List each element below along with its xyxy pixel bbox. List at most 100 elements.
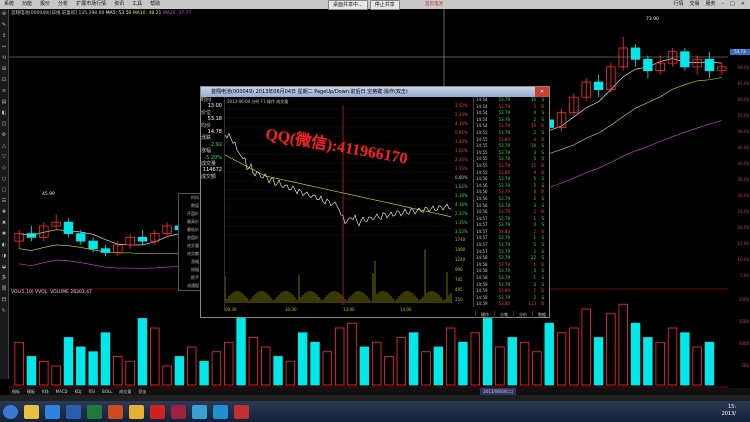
toolbar-tool-icon[interactable]: ◐ [0, 240, 8, 251]
window-control-item[interactable]: 交易 [687, 0, 703, 9]
indicator-tab[interactable]: 资金 [135, 388, 149, 395]
menu-item[interactable]: 分析 [54, 0, 72, 9]
indicator-tab[interactable]: 指标 [9, 388, 23, 395]
tick-row[interactable]: 14:58 53.79 3 S [474, 268, 551, 275]
menu-item[interactable]: 工具 [128, 0, 146, 9]
tick-row[interactable]: 14:55 53.79 10 S [474, 143, 551, 150]
toolbar-tool-icon[interactable]: ⊡ [0, 75, 8, 86]
tick-row[interactable]: 14:55 53.80 9 B [474, 170, 551, 177]
tick-row[interactable]: 14:55 53.80 4 B [474, 137, 551, 144]
toolbar-tool-icon[interactable]: ⟲ [0, 53, 8, 64]
tick-row[interactable]: 14:54 53.79 10 B [474, 123, 551, 130]
ppt-icon[interactable] [108, 404, 123, 419]
menu-item[interactable]: 资讯 [110, 0, 128, 9]
qq-icon[interactable] [192, 404, 207, 419]
toolbar-tool-icon[interactable]: ↔ [0, 42, 8, 53]
indicator-tab[interactable]: 2013/06/04(二) [480, 388, 517, 395]
intraday-popup-window[interactable]: 首翔电池(000049) 2013年06月04日 星期二 PageUp/Down… [200, 86, 550, 318]
menu-item[interactable]: 帮助 [146, 0, 164, 9]
popup-title-bar[interactable]: 首翔电池(000049) 2013年06月04日 星期二 PageUp/Down… [201, 87, 549, 97]
start-icon[interactable] [3, 404, 18, 419]
toolbar-tool-icon[interactable]: ⊞ [0, 64, 8, 75]
toolbar-tool-icon[interactable]: ↕ [0, 31, 8, 42]
toolbar-tool-icon[interactable]: ✚ [0, 207, 8, 218]
toolbar-tool-icon[interactable]: ◒ [0, 262, 8, 273]
tick-row[interactable]: 14:59 53.80 2 B [474, 288, 551, 295]
tick-row[interactable]: 14:57 53.80 2 B [474, 229, 551, 236]
tick-row[interactable]: 14:54 53.79 10 S [474, 97, 551, 104]
tick-list[interactable]: 14:54 53.79 10 S 14:54 53.79 5 B 14:54 53.79 4 S 14:… [473, 97, 551, 307]
maximize-icon[interactable]: □ [727, 0, 738, 9]
tick-row[interactable]: 14:55 53.79 2 S [474, 130, 551, 137]
toolbar-tool-icon[interactable]: ☰ [0, 196, 8, 207]
minimize-icon[interactable]: – [719, 0, 728, 9]
popup-close-button[interactable]: ✕ [535, 87, 549, 97]
tick-row[interactable]: 14:57 53.79 2 S [474, 249, 551, 256]
tick-row[interactable]: 14:56 53.79 2 S [474, 196, 551, 203]
indicator-tab[interactable]: 模板 [24, 388, 38, 395]
indicator-tab[interactable]: KDJ [72, 388, 85, 395]
toolbar-tool-icon[interactable]: 多 [0, 273, 8, 284]
browser-icon[interactable] [45, 404, 60, 419]
toolbar-tool-icon[interactable]: ⊕ [0, 9, 8, 20]
toolbar-tool-icon[interactable]: ✎ [0, 20, 8, 31]
tick-row[interactable]: 14:59 53.79 3 S [474, 282, 551, 289]
toolbar-tool-icon[interactable]: ◑ [0, 251, 8, 262]
tick-row[interactable]: 14:58 53.79 1 S [474, 275, 551, 282]
indicator-tab[interactable]: BOLL [99, 388, 115, 395]
toolbar-tool-icon[interactable]: 日 [0, 295, 8, 306]
excel-icon[interactable] [87, 404, 102, 419]
menu-item[interactable]: 系统 [0, 0, 18, 9]
toolbar-tool-icon[interactable]: △ [0, 141, 8, 152]
toolbar-tool-icon[interactable]: ◫ [0, 119, 8, 130]
menu-item[interactable]: 功能 [18, 0, 36, 9]
tick-row[interactable]: 14:58 53.79 1 B [474, 262, 551, 269]
folder-icon[interactable] [24, 404, 39, 419]
chrome-icon[interactable] [129, 404, 144, 419]
record-icon[interactable] [150, 404, 165, 419]
toolbar-tool-icon[interactable]: ⚙ [0, 130, 8, 141]
toolbar-tool-icon[interactable]: ◇ [0, 163, 8, 174]
toolbar-tool-icon[interactable]: ✱ [0, 229, 8, 240]
tick-row[interactable]: 14:57 53.79 1 S [474, 235, 551, 242]
menu-item[interactable]: 扩展市场行情 [72, 0, 110, 9]
tick-row[interactable]: 14:54 53.78 2 S [474, 117, 551, 124]
tick-row[interactable]: 14:56 53.78 3 S [474, 203, 551, 210]
player-icon[interactable] [213, 404, 228, 419]
tick-row[interactable]: 14:59 53.80 113 B [474, 301, 551, 308]
window-control-item[interactable]: 行情 [671, 0, 687, 9]
toolbar-tool-icon[interactable]: ○ [0, 174, 8, 185]
app-icon[interactable] [171, 404, 186, 419]
toolbar-tool-icon[interactable]: ≡ [0, 86, 8, 97]
tool-icon[interactable] [234, 404, 249, 419]
tick-row[interactable]: 14:56 53.79 5 S [474, 176, 551, 183]
tick-row[interactable]: 14:56 53.79 2 S [474, 183, 551, 190]
popup-tab[interactable]: 数据 [532, 311, 551, 318]
tick-row[interactable]: 14:56 53.79 8 B [474, 189, 551, 196]
tick-row[interactable]: 14:57 53.79 4 S [474, 222, 551, 229]
indicator-tab[interactable]: MACD [53, 388, 71, 395]
menu-item[interactable]: 报价 [36, 0, 54, 9]
tick-row[interactable]: 14:54 53.79 5 B [474, 104, 551, 111]
tick-row[interactable]: 14:55 53.79 15 B [474, 163, 551, 170]
popup-tab[interactable]: 操作 [475, 311, 494, 318]
tick-row[interactable]: 14:57 53.79 1 S [474, 216, 551, 223]
word-icon[interactable] [66, 404, 81, 419]
popup-tab[interactable]: 分价 [513, 311, 532, 318]
popup-tab[interactable]: 分笔 [494, 311, 513, 318]
indicator-tab[interactable]: RSI [86, 388, 99, 395]
tick-row[interactable]: 14:58 53.79 22 S [474, 255, 551, 262]
indicator-tab[interactable]: 成交量 [116, 388, 134, 395]
tick-row[interactable]: 14:56 53.79 2 B [474, 209, 551, 216]
taskbar-clock[interactable]: 15: 2013/ [722, 404, 736, 418]
toolbar-tool-icon[interactable]: ↻ [0, 306, 8, 317]
tick-row[interactable]: 14:54 53.79 4 S [474, 110, 551, 117]
toolbar-tool-icon[interactable]: 周 [0, 284, 8, 295]
indicator-tab[interactable]: K线 [39, 388, 52, 395]
toolbar-tool-icon[interactable]: ▤ [0, 97, 8, 108]
toolbar-tool-icon[interactable]: ▽ [0, 152, 8, 163]
close-icon[interactable]: ✕ [738, 0, 748, 9]
tick-row[interactable]: 14:57 53.79 5 S [474, 242, 551, 249]
toolbar-tool-icon[interactable]: ◧ [0, 108, 8, 119]
toolbar-tool-icon[interactable]: □ [0, 185, 8, 196]
